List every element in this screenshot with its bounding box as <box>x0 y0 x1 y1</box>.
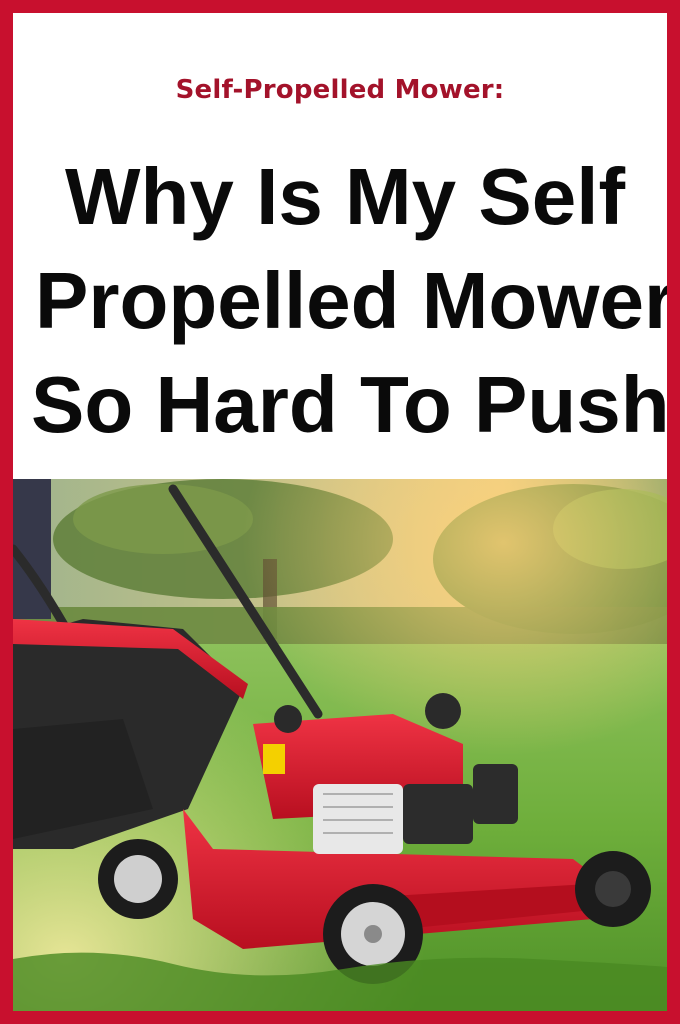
mower-illustration <box>13 479 667 1011</box>
mower-photo <box>13 479 667 1011</box>
kicker-text: Self-Propelled Mower: <box>175 75 505 105</box>
front-right-wheel <box>575 851 651 927</box>
rear-left-wheel <box>98 839 178 919</box>
headline-line-2: Propelled Mower <box>35 256 676 345</box>
headline: Why Is My Self Propelled Mower So Hard T… <box>23 145 676 457</box>
headline-line-3: So Hard To Push <box>31 360 670 449</box>
pin-frame: Self-Propelled Mower: Why Is My Self Pro… <box>0 0 680 1024</box>
headline-line-1: Why Is My Self <box>65 152 626 241</box>
title-block: Self-Propelled Mower: Why Is My Self Pro… <box>13 13 667 479</box>
